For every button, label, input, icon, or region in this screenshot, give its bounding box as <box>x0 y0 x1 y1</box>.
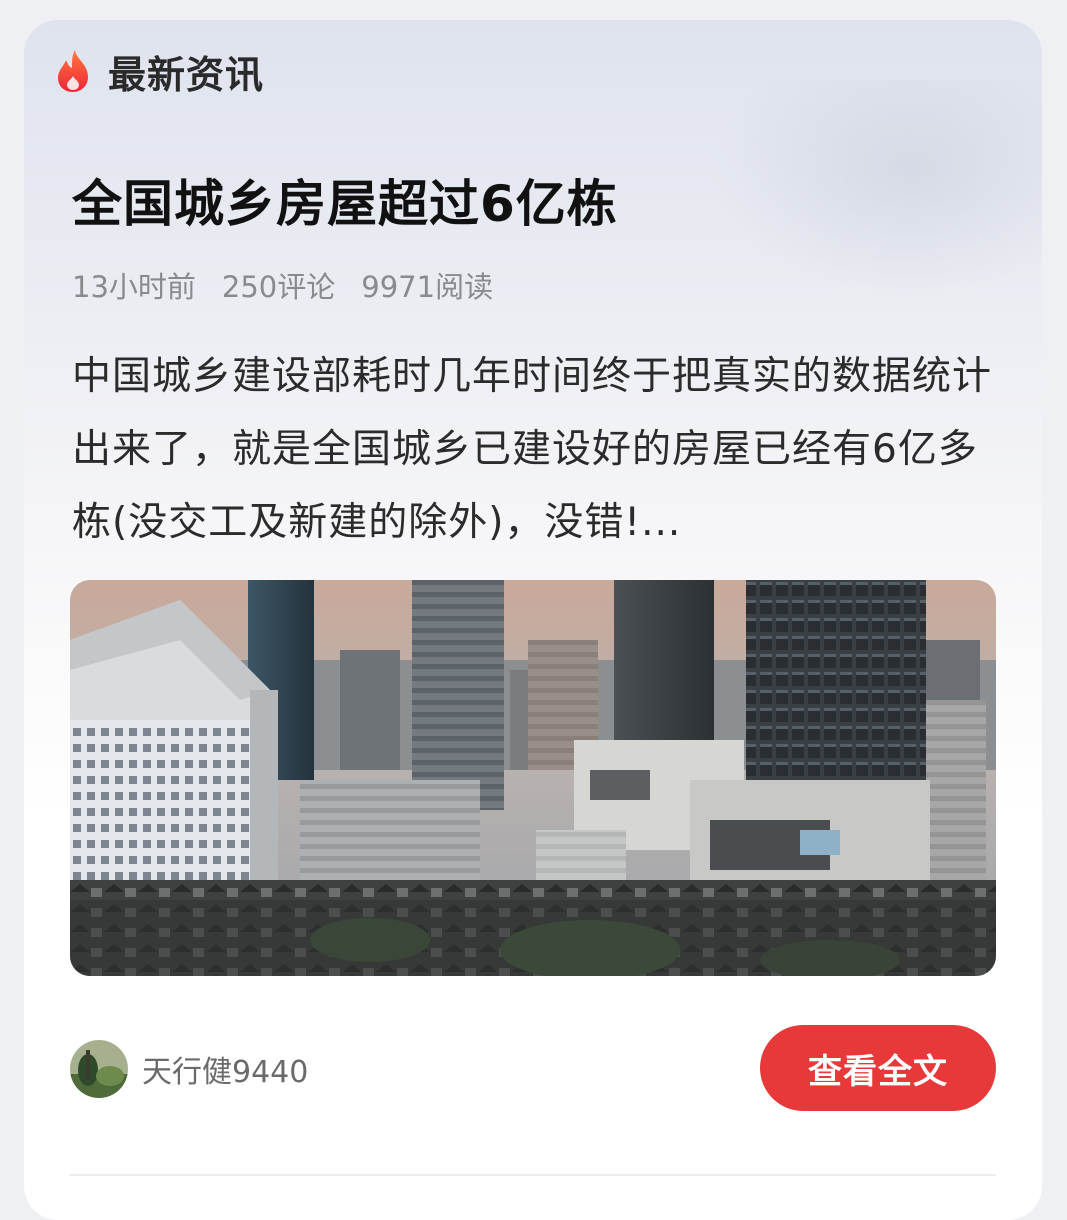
section-header: 最新资讯 <box>54 46 265 97</box>
author-name[interactable]: 天行健9440 <box>142 1047 308 1091</box>
article-summary[interactable]: 中国城乡建设部耗时几年时间终于把真实的数据统计出来了，就是全国城乡已建设好的房屋… <box>72 340 1002 559</box>
publish-time: 13小时前 <box>72 270 196 304</box>
fire-icon <box>58 50 88 92</box>
section-title: 最新资讯 <box>108 52 265 97</box>
divider <box>70 1174 996 1176</box>
author-info[interactable]: 天行健9440 <box>70 1040 308 1098</box>
read-count: 9971阅读 <box>361 270 494 304</box>
background-haze <box>712 80 1042 300</box>
article-title[interactable]: 全国城乡房屋超过6亿栋 <box>72 164 618 236</box>
avatar[interactable] <box>70 1040 128 1098</box>
article-meta: 13小时前 250评论 9971阅读 <box>72 264 519 306</box>
comment-count: 250评论 <box>221 270 336 304</box>
news-card[interactable]: 最新资讯 全国城乡房屋超过6亿栋 13小时前 250评论 9971阅读 中国城乡… <box>24 20 1042 1220</box>
cover-image[interactable] <box>70 580 996 976</box>
read-full-button[interactable]: 查看全文 <box>760 1025 996 1111</box>
